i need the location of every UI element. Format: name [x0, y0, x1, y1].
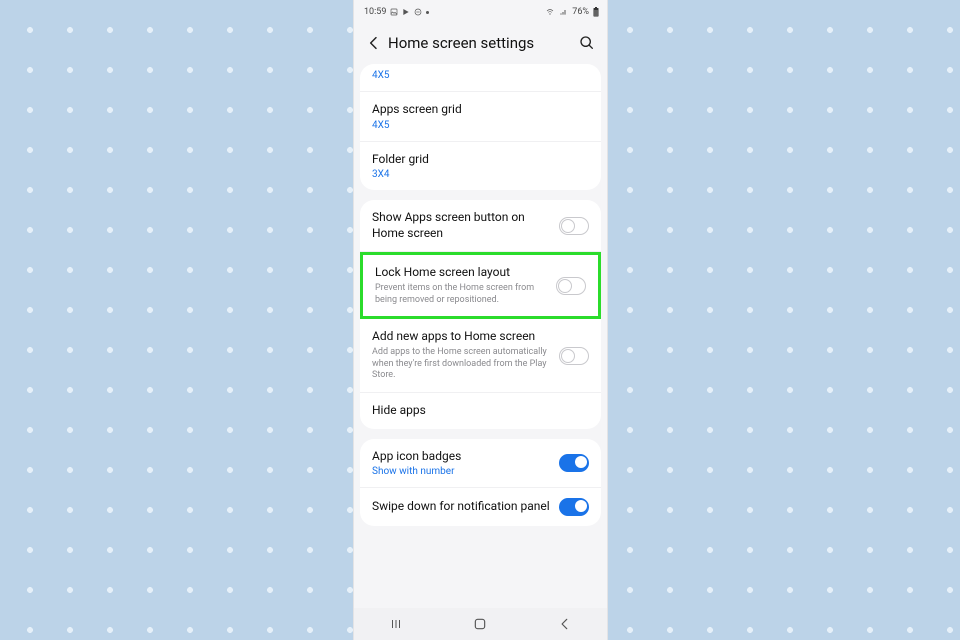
- misc-settings-card: App icon badges Show with number Swipe d…: [360, 439, 601, 527]
- icon-badges-value: Show with number: [372, 466, 551, 477]
- folder-grid-label: Folder grid: [372, 152, 589, 168]
- settings-scroll[interactable]: 4X5 Apps screen grid 4X5 Folder grid 3X4: [354, 64, 607, 608]
- dnd-icon: [414, 8, 422, 16]
- app-header: Home screen settings: [354, 22, 607, 64]
- home-screen-grid-value-cutoff[interactable]: 4X5: [360, 64, 601, 92]
- back-button[interactable]: [364, 33, 384, 53]
- play-store-icon: [402, 8, 410, 16]
- icon-badges-row[interactable]: App icon badges Show with number: [360, 439, 601, 489]
- add-new-apps-desc: Add apps to the Home screen automaticall…: [372, 347, 551, 382]
- home-button[interactable]: [460, 617, 500, 631]
- phone-frame: 10:59 76% Home screen settings: [354, 0, 607, 640]
- recents-icon: [388, 618, 404, 630]
- add-new-apps-row[interactable]: Add new apps to Home screen Add apps to …: [360, 319, 601, 393]
- recents-button[interactable]: [376, 618, 416, 630]
- show-apps-button-row[interactable]: Show Apps screen button on Home screen: [360, 200, 601, 252]
- lock-layout-toggle[interactable]: [556, 277, 586, 295]
- lock-layout-row[interactable]: Lock Home screen layout Prevent items on…: [360, 252, 601, 319]
- add-new-apps-label: Add new apps to Home screen: [372, 329, 551, 345]
- apps-screen-grid-value: 4X5: [372, 120, 589, 131]
- show-apps-button-toggle[interactable]: [559, 217, 589, 235]
- hide-apps-row[interactable]: Hide apps: [360, 393, 601, 429]
- wallpaper-background: 10:59 76% Home screen settings: [0, 0, 960, 640]
- battery-percent: 76%: [572, 7, 589, 17]
- lock-layout-label: Lock Home screen layout: [375, 265, 548, 281]
- icon-badges-label: App icon badges: [372, 449, 551, 465]
- clock: 10:59: [364, 7, 386, 17]
- image-icon: [390, 8, 398, 16]
- layout-settings-card: Show Apps screen button on Home screen L…: [360, 200, 601, 428]
- more-notifications-dot: [426, 11, 429, 14]
- apps-screen-grid-row[interactable]: Apps screen grid 4X5: [360, 92, 601, 142]
- hide-apps-label: Hide apps: [372, 403, 589, 419]
- icon-badges-toggle[interactable]: [559, 454, 589, 472]
- folder-grid-value: 3X4: [372, 169, 589, 180]
- lock-layout-desc: Prevent items on the Home screen from be…: [375, 283, 548, 306]
- back-nav-button[interactable]: [545, 617, 585, 631]
- chevron-left-icon: [366, 35, 382, 51]
- page-title: Home screen settings: [384, 34, 577, 52]
- nav-bar: [354, 608, 607, 640]
- folder-grid-row[interactable]: Folder grid 3X4: [360, 142, 601, 191]
- swipe-down-row[interactable]: Swipe down for notification panel: [360, 488, 601, 526]
- apps-screen-grid-label: Apps screen grid: [372, 102, 589, 118]
- grid-settings-card: 4X5 Apps screen grid 4X5 Folder grid 3X4: [360, 64, 601, 190]
- status-bar: 10:59 76%: [354, 0, 607, 22]
- swipe-down-label: Swipe down for notification panel: [372, 499, 551, 515]
- search-icon: [579, 35, 595, 51]
- add-new-apps-toggle[interactable]: [559, 347, 589, 365]
- wifi-icon: [545, 8, 555, 16]
- back-nav-icon: [558, 617, 572, 631]
- home-icon: [473, 617, 487, 631]
- show-apps-button-label: Show Apps screen button on Home screen: [372, 210, 551, 241]
- search-button[interactable]: [577, 33, 597, 53]
- swipe-down-toggle[interactable]: [559, 498, 589, 516]
- battery-icon: [593, 7, 599, 17]
- signal-icon: [559, 8, 568, 16]
